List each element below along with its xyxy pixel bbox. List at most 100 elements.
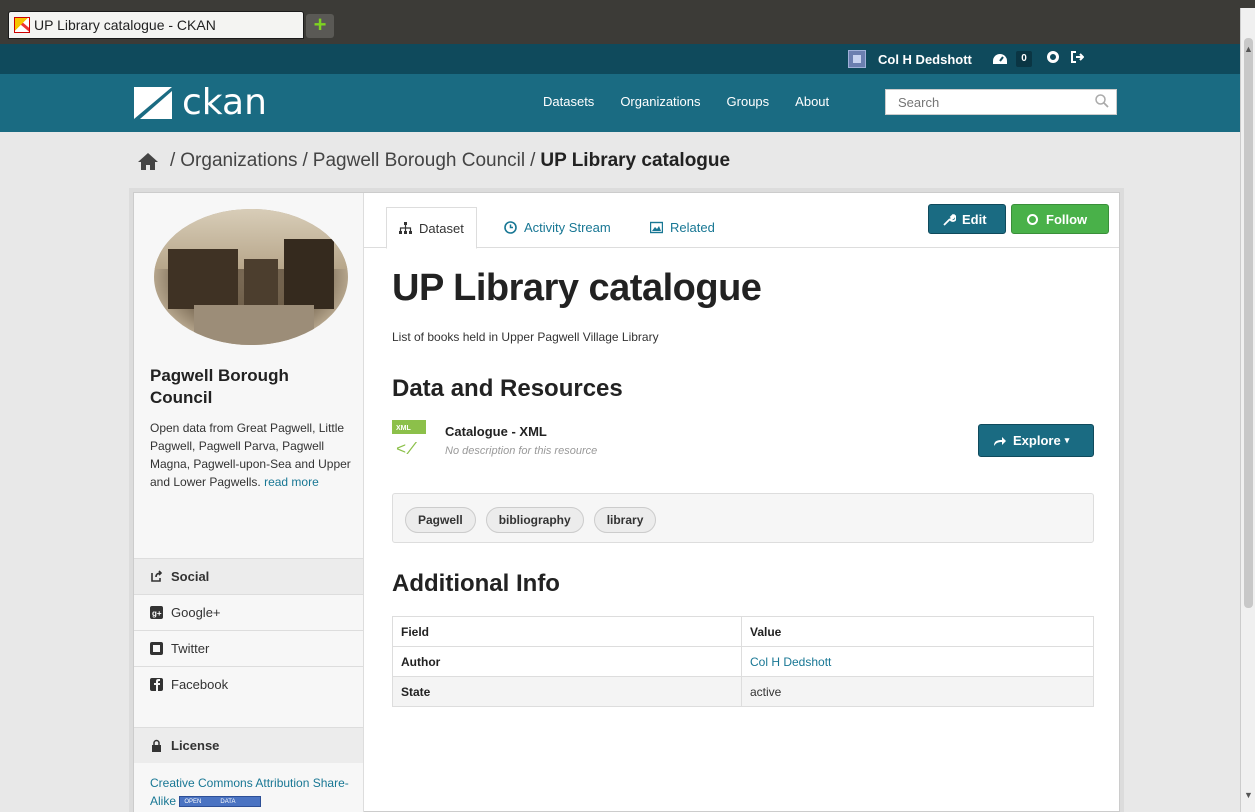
- svg-text:</: </: [396, 441, 417, 458]
- search-icon[interactable]: [1094, 93, 1110, 109]
- tab-related[interactable]: Related: [638, 207, 727, 248]
- open-data-badge[interactable]: OPEN DATA: [179, 796, 262, 808]
- breadcrumb-separator: /: [170, 150, 176, 171]
- table-row: State active: [392, 676, 1094, 707]
- social-item-googleplus[interactable]: g+ Google+: [134, 594, 363, 630]
- tag-pill[interactable]: bibliography: [485, 507, 584, 533]
- logout-icon[interactable]: [1070, 50, 1085, 67]
- content-tabs: Dataset Activity Stream Related Edit Fol…: [364, 193, 1119, 249]
- nav-link-organizations[interactable]: Organizations: [620, 94, 700, 109]
- organization-title[interactable]: Pagwell Borough Council: [150, 365, 350, 409]
- scroll-down-arrow-icon[interactable]: ▼: [1244, 790, 1253, 800]
- logo-text: ckan: [182, 82, 267, 123]
- edit-button[interactable]: Edit: [928, 204, 1006, 234]
- google-plus-icon: g+: [150, 606, 163, 619]
- field-value: Col H Dedshott: [741, 646, 1094, 677]
- table-row: Author Col H Dedshott: [392, 646, 1094, 677]
- tab-dataset[interactable]: Dataset: [386, 207, 477, 249]
- organization-image[interactable]: [154, 209, 348, 345]
- main-content: Dataset Activity Stream Related Edit Fol…: [364, 193, 1119, 812]
- new-tab-button[interactable]: +: [306, 14, 334, 38]
- tab-activity-stream[interactable]: Activity Stream: [492, 207, 623, 248]
- svg-text:g+: g+: [152, 609, 162, 618]
- lock-icon: [152, 739, 161, 752]
- social-item-facebook[interactable]: Facebook: [134, 666, 363, 702]
- column-header: Field: [392, 616, 742, 647]
- breadcrumb-separator: /: [530, 150, 536, 171]
- browser-tab-title: UP Library catalogue - CKAN: [34, 17, 216, 33]
- page-scrollbar[interactable]: ▲ ▼: [1240, 8, 1255, 812]
- account-masthead: Col H Dedshott 0: [0, 44, 1240, 74]
- breadcrumb-current[interactable]: UP Library catalogue: [540, 150, 730, 172]
- license-header: License: [134, 727, 363, 763]
- window-top-edge: [0, 0, 1255, 8]
- additional-info-heading: Additional Info: [392, 570, 560, 597]
- dataset-title: UP Library catalogue: [392, 267, 762, 309]
- read-more-link[interactable]: read more: [264, 475, 319, 489]
- user-avatar[interactable]: [848, 50, 866, 68]
- explore-button-label: Explore: [1013, 433, 1061, 448]
- tag-pill[interactable]: library: [593, 507, 657, 533]
- resources-heading: Data and Resources: [392, 375, 623, 402]
- breadcrumb: / Organizations / Pagwell Borough Counci…: [137, 150, 730, 172]
- breadcrumb-separator: /: [302, 150, 308, 171]
- gear-icon[interactable]: [1046, 50, 1060, 67]
- license-link[interactable]: Creative Commons Attribution Share-Alike…: [150, 774, 355, 810]
- tab-activity-stream-label: Activity Stream: [524, 220, 611, 235]
- facebook-icon: [150, 678, 163, 691]
- share-icon: [151, 570, 163, 582]
- dashboard-icon[interactable]: [992, 52, 1008, 69]
- organization-description-text: Open data from Great Pagwell, Little Pag…: [150, 421, 351, 489]
- explore-button[interactable]: Explore ▾: [978, 424, 1094, 457]
- resource-description: No description for this resource: [445, 445, 598, 457]
- wrench-icon: [943, 213, 956, 226]
- table-header-row: Field Value: [392, 616, 1094, 647]
- author-link[interactable]: Col H Dedshott: [750, 655, 831, 669]
- field-value: active: [741, 676, 1094, 707]
- scroll-up-arrow-icon[interactable]: ▲: [1244, 44, 1253, 54]
- nav-link-groups[interactable]: Groups: [727, 94, 770, 109]
- breadcrumb-organization[interactable]: Pagwell Borough Council: [313, 150, 525, 172]
- ckan-logo[interactable]: ckan: [132, 82, 267, 123]
- browser-tab-bar: UP Library catalogue - CKAN +: [0, 8, 1240, 44]
- tab-dataset-label: Dataset: [419, 220, 464, 236]
- sidebar: Pagwell Borough Council Open data from G…: [134, 193, 364, 812]
- dataset-notes: List of books held in Upper Pagwell Vill…: [392, 330, 659, 344]
- dropdown-caret-icon: ▾: [1064, 435, 1070, 445]
- browser-tab[interactable]: UP Library catalogue - CKAN: [8, 11, 304, 39]
- breadcrumb-organizations[interactable]: Organizations: [180, 150, 297, 172]
- follow-button-label: Follow: [1046, 211, 1088, 227]
- home-icon[interactable]: [137, 151, 159, 171]
- circle-icon: [1027, 213, 1038, 225]
- tag-pill[interactable]: Pagwell: [405, 507, 476, 533]
- license-header-label: License: [171, 738, 220, 753]
- sitemap-icon: [399, 221, 412, 234]
- scrollbar-thumb[interactable]: [1244, 38, 1253, 608]
- organization-description: Open data from Great Pagwell, Little Pag…: [150, 419, 355, 491]
- social-item-label: Facebook: [171, 677, 229, 692]
- search-box: [885, 89, 1117, 115]
- tag-list: Pagwell bibliography library: [392, 493, 1094, 543]
- field-name: State: [392, 676, 742, 707]
- content-wrapper: Pagwell Borough Council Open data from G…: [133, 192, 1120, 812]
- tab-related-label: Related: [670, 220, 715, 235]
- svg-text:XML: XML: [396, 425, 412, 432]
- resource-title-link[interactable]: Catalogue - XML: [445, 424, 547, 439]
- social-item-twitter[interactable]: Twitter: [134, 630, 363, 666]
- follow-button[interactable]: Follow: [1011, 204, 1109, 234]
- nav-link-datasets[interactable]: Datasets: [543, 94, 594, 109]
- xml-file-icon[interactable]: XML </: [392, 420, 426, 458]
- social-item-label: Google+: [171, 605, 221, 620]
- social-header: Social: [134, 558, 363, 594]
- social-item-label: Twitter: [171, 641, 210, 656]
- field-name: Author: [392, 646, 742, 677]
- edit-button-label: Edit: [962, 211, 987, 227]
- ckan-favicon-icon: [14, 17, 30, 33]
- additional-info-table: Field Value Author Col H Dedshott State …: [392, 616, 1094, 707]
- column-header: Value: [741, 616, 1094, 647]
- dashboard-count-badge[interactable]: 0: [1016, 51, 1032, 67]
- search-input[interactable]: [886, 90, 1086, 114]
- user-name-link[interactable]: Col H Dedshott: [878, 52, 972, 67]
- nav-links: Datasets Organizations Groups About: [543, 94, 855, 109]
- nav-link-about[interactable]: About: [795, 94, 829, 109]
